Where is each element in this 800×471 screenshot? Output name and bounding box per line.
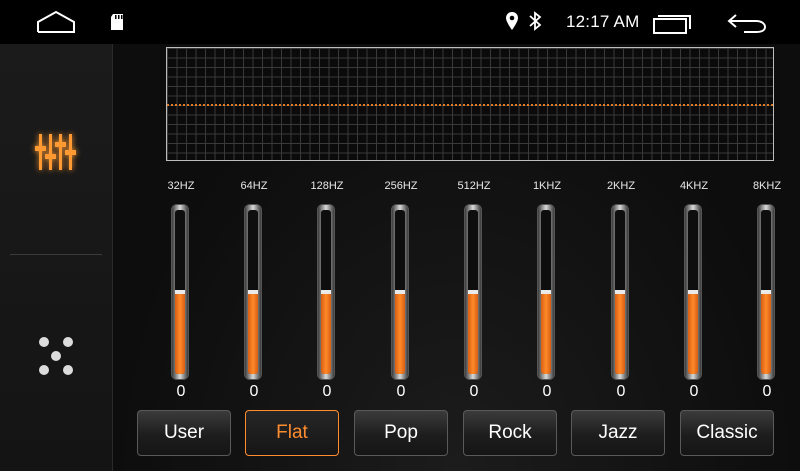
clock: 12:17 AM (566, 12, 640, 31)
preset-rock-button[interactable]: Rock (463, 410, 557, 456)
eq-band-8khz: 8KHZ 0 (747, 180, 787, 402)
band-slider[interactable] (611, 204, 629, 380)
eq-band-512hz: 512HZ 0 (454, 180, 494, 402)
band-value: 0 (616, 383, 626, 400)
eq-band-256hz: 256HZ 0 (381, 180, 421, 402)
band-value: 0 (762, 383, 772, 400)
band-slider[interactable] (244, 204, 262, 380)
eq-curve-graph (166, 47, 774, 161)
eq-band-128hz: 128HZ 0 (307, 180, 347, 402)
sidebar-divider (10, 254, 102, 255)
band-value: 0 (396, 383, 406, 400)
preset-pop-button[interactable]: Pop (354, 410, 448, 456)
band-slider[interactable] (757, 204, 775, 380)
band-slider[interactable] (537, 204, 555, 380)
preset-user-button[interactable]: User (137, 410, 231, 456)
band-slider[interactable] (464, 204, 482, 380)
bluetooth-icon (529, 11, 542, 31)
sd-card-icon (111, 14, 123, 30)
back-icon[interactable] (726, 11, 768, 33)
eq-band-32hz: 32HZ 0 (161, 180, 201, 402)
sound-field-dots-icon[interactable] (32, 332, 80, 380)
location-icon (506, 12, 518, 30)
band-slider[interactable] (317, 204, 335, 380)
band-label: 32HZ (167, 180, 195, 192)
band-value: 0 (469, 383, 479, 400)
equalizer-sliders-icon[interactable] (28, 124, 84, 180)
equalizer-panel: 32HZ 0 64HZ 0 128HZ 0 256HZ 0 512HZ 0 1K… (113, 44, 800, 471)
band-label: 1KHZ (532, 180, 562, 192)
preset-classic-button[interactable]: Classic (680, 410, 774, 456)
band-value: 0 (176, 383, 186, 400)
band-value: 0 (249, 383, 259, 400)
home-icon[interactable] (36, 10, 76, 34)
band-label: 4KHZ (679, 180, 709, 192)
band-value: 0 (689, 383, 699, 400)
status-bar: 12:17 AM (0, 0, 800, 44)
preset-flat-button[interactable]: Flat (245, 410, 339, 456)
eq-band-4khz: 4KHZ 0 (674, 180, 714, 402)
band-slider[interactable] (684, 204, 702, 380)
band-value: 0 (322, 383, 332, 400)
preset-jazz-button[interactable]: Jazz (571, 410, 665, 456)
recent-apps-icon[interactable] (652, 12, 694, 34)
band-slider[interactable] (171, 204, 189, 380)
preset-bar: User Flat Pop Rock Jazz Classic (137, 410, 777, 456)
band-value: 0 (542, 383, 552, 400)
band-label: 64HZ (240, 180, 268, 192)
eq-band-64hz: 64HZ 0 (234, 180, 274, 402)
eq-band-2khz: 2KHZ 0 (601, 180, 641, 402)
band-label: 2KHZ (606, 180, 636, 192)
band-label: 512HZ (457, 180, 491, 192)
band-label: 8KHZ (752, 180, 782, 192)
eq-curve-line (167, 104, 773, 106)
sidebar (0, 44, 113, 471)
band-label: 256HZ (384, 180, 418, 192)
eq-band-1khz: 1KHZ 0 (527, 180, 567, 402)
band-label: 128HZ (310, 180, 344, 192)
band-slider[interactable] (391, 204, 409, 380)
